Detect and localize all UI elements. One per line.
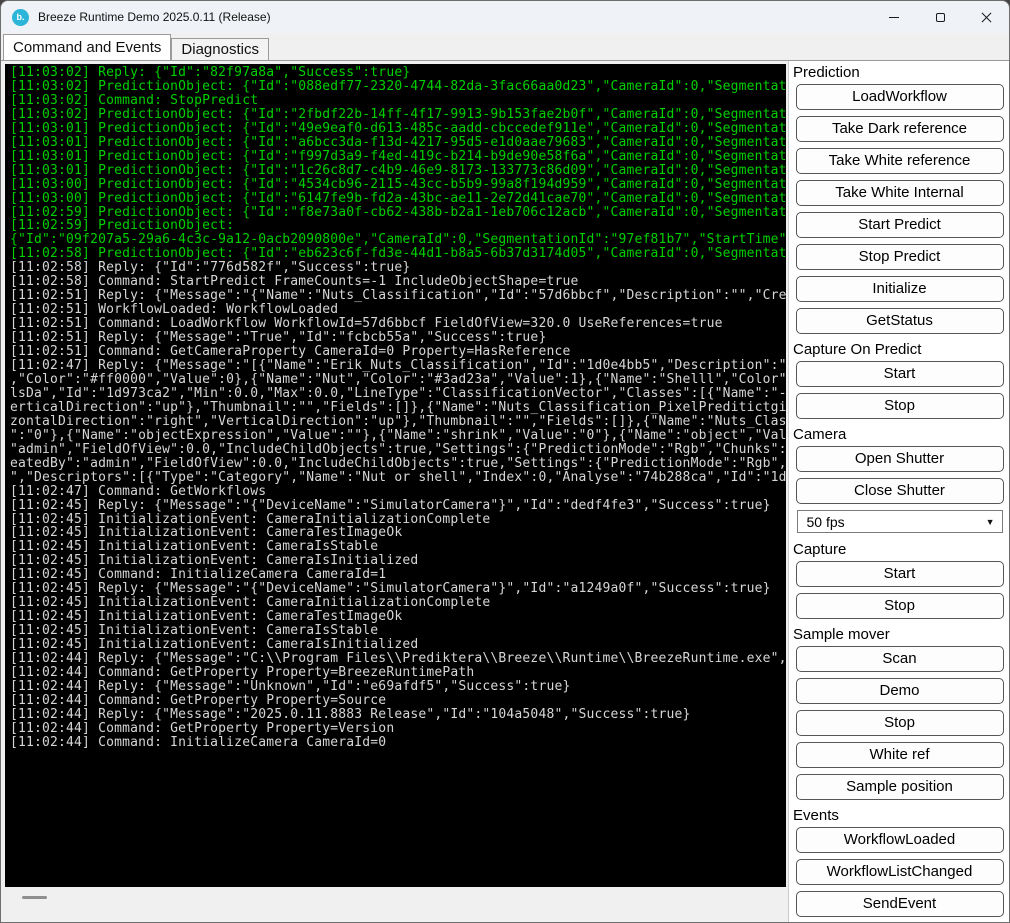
console-line: [11:02:58] Command: StartPredict FrameCo… — [10, 274, 579, 290]
scrollbar-thumb[interactable] — [22, 896, 47, 899]
app-icon: b. — [12, 8, 29, 26]
fps-select-value: 50 fps — [806, 513, 845, 530]
console-line: [11:02:45] InitializationEvent: CameraTe… — [10, 525, 403, 541]
app-window: b. Breeze Runtime Demo 2025.0.11 (Releas… — [0, 0, 1010, 923]
tab-page: [11:03:02] Reply: {"Id":"82f97a8a","Succ… — [1, 60, 1009, 922]
console-line: [11:03:02] PredictionObject: {"Id":"2fbd… — [10, 106, 786, 122]
console-line: [11:02:44] Reply: {"Message":"C:\\Progra… — [10, 651, 786, 667]
events-workflowloaded-button[interactable]: WorkflowLoaded — [795, 827, 1004, 853]
console-line: eatedBy":"admin","FieldOfView":0.0,"Incl… — [10, 455, 786, 471]
console-line: [11:02:51] Reply: {"Message":"{"Name":"N… — [10, 288, 786, 304]
capture-on-predict-start-button[interactable]: Start — [795, 361, 1004, 387]
console-line: [11:02:45] InitializationEvent: CameraTe… — [10, 609, 403, 625]
console-line: erticalDirection":"up"},"Thumbnail":"","… — [10, 399, 786, 415]
console-line: [11:02:45] InitializationEvent: CameraIs… — [10, 623, 379, 639]
console-hscrollbar[interactable] — [5, 888, 786, 906]
console-line: [11:03:02] Reply: {"Id":"82f97a8a","Succ… — [10, 65, 411, 80]
sample-mover-stop-button[interactable]: Stop — [795, 710, 1004, 736]
capture-on-predict-stop-button[interactable]: Stop — [795, 393, 1004, 419]
tab-diagnostics[interactable]: Diagnostics — [171, 38, 269, 60]
prediction-start-predict-button[interactable]: Start Predict — [795, 212, 1004, 238]
prediction-stop-predict-button[interactable]: Stop Predict — [795, 244, 1004, 270]
window-controls — [871, 1, 1009, 33]
console-line: [11:03:02] PredictionObject: {"Id":"088e… — [10, 78, 786, 94]
console-line: [11:02:45] InitializationEvent: CameraIn… — [10, 511, 491, 527]
prediction-getstatus-button[interactable]: GetStatus — [795, 308, 1004, 334]
events-workflowlistchanged-button[interactable]: WorkflowListChanged — [795, 859, 1004, 885]
console-log[interactable]: [11:03:02] Reply: {"Id":"82f97a8a","Succ… — [5, 64, 786, 887]
section-label-prediction: Prediction — [793, 64, 860, 81]
console-line: [11:02:44] Command: GetProperty Property… — [10, 664, 475, 680]
console-line: [11:02:44] Command: GetProperty Property… — [10, 720, 395, 736]
console-line: [11:02:45] Reply: {"Message":"{"DeviceNa… — [10, 581, 771, 597]
console-line: [11:02:45] InitializationEvent: CameraIn… — [10, 595, 491, 611]
console-line: [11:02:47] Command: GetWorkflows — [10, 483, 267, 499]
prediction-take-white-reference-button[interactable]: Take White reference — [795, 148, 1004, 174]
console-line: [11:03:02] Command: StopPredict — [10, 92, 259, 108]
events-sendevent-button[interactable]: SendEvent — [795, 891, 1004, 917]
console-line: [11:02:59] PredictionObject: {"Id":"f8e7… — [10, 204, 786, 220]
console-line: [11:02:45] Command: InitializeCamera Cam… — [10, 567, 387, 583]
console-line: ,"Color":"#ff0000","Value":0},{"Name":"N… — [10, 371, 786, 387]
camera-close-shutter-button[interactable]: Close Shutter — [795, 478, 1004, 504]
console-line: [11:02:44] Reply: {"Message":"2025.0.11.… — [10, 706, 691, 722]
prediction-loadworkflow-button[interactable]: LoadWorkflow — [795, 84, 1004, 110]
window-title: Breeze Runtime Demo 2025.0.11 (Release) — [38, 10, 271, 24]
console-line: [11:03:01] PredictionObject: {"Id":"f997… — [10, 148, 786, 164]
console-line: [11:03:01] PredictionObject: {"Id":"49e9… — [10, 120, 786, 136]
console-line: [11:03:00] PredictionObject: {"Id":"4534… — [10, 176, 786, 192]
console-line: zontalDirection":"right","VerticalDirect… — [10, 413, 786, 429]
console-line: [11:03:01] PredictionObject: {"Id":"a6bc… — [10, 134, 786, 150]
console-line: [11:02:58] Reply: {"Id":"776d582f","Succ… — [10, 260, 411, 276]
console-line: lsDa","Id":"1d973ca2","Min":0.0,"Max":0.… — [10, 385, 786, 401]
close-icon — [980, 11, 993, 24]
console-line: {"Id":"09f207a5-29a6-4c3c-9a12-0acb20908… — [10, 232, 786, 248]
prediction-initialize-button[interactable]: Initialize — [795, 276, 1004, 302]
section-label-capture-on-predict: Capture On Predict — [793, 341, 922, 358]
section-label-sample-mover: Sample mover — [793, 626, 890, 643]
console-line: [11:02:58] PredictionObject: {"Id":"eb62… — [10, 246, 786, 262]
minimize-button[interactable] — [871, 1, 917, 33]
console-line: [11:03:00] PredictionObject: {"Id":"6147… — [10, 190, 786, 206]
section-label-events: Events — [793, 807, 839, 824]
control-panel: Prediction LoadWorkflow Take Dark referenc… — [788, 61, 1009, 922]
console-line: [11:02:51] WorkflowLoaded: WorkflowLoade… — [10, 302, 339, 318]
chevron-down-icon: ▼ — [985, 516, 995, 527]
console-line: [11:02:59] PredictionObject: — [10, 218, 235, 234]
console-line: [11:02:45] Reply: {"Message":"{"DeviceNa… — [10, 497, 771, 513]
console-line: [11:02:45] InitializationEvent: CameraIs… — [10, 637, 419, 653]
console-line: [11:02:51] Command: GetCameraProperty Ca… — [10, 344, 571, 360]
tab-strip: Command and Events Diagnostics — [1, 33, 1009, 60]
console-line: ":"0"},{"Name":"objectExpression","Value… — [10, 427, 786, 443]
maximize-icon — [935, 12, 945, 22]
minimize-icon — [889, 16, 899, 18]
console-line: [11:02:44] Command: GetProperty Property… — [10, 692, 387, 708]
console-line: [11:02:45] InitializationEvent: CameraIs… — [10, 539, 379, 555]
sample-mover-demo-button[interactable]: Demo — [795, 678, 1004, 704]
tab-command-and-events[interactable]: Command and Events — [3, 34, 172, 60]
console-line: [11:03:01] PredictionObject: {"Id":"1c26… — [10, 162, 786, 178]
console-line: [11:02:44] Command: InitializeCamera Cam… — [10, 734, 387, 750]
sample-mover-scan-button[interactable]: Scan — [795, 646, 1004, 672]
fps-select[interactable]: 50 fps ▼ — [796, 510, 1003, 533]
camera-open-shutter-button[interactable]: Open Shutter — [795, 446, 1004, 472]
sample-mover-white-ref-button[interactable]: White ref — [795, 742, 1004, 768]
close-button[interactable] — [963, 1, 1009, 33]
console-line: [11:02:47] Reply: {"Message":"[{"Name":"… — [10, 358, 786, 374]
section-label-capture: Capture — [793, 541, 847, 558]
console-line: ","Descriptors":[{"Type":"Category","Nam… — [10, 469, 786, 485]
console-line: [11:02:51] Reply: {"Message":"True","Id"… — [10, 330, 547, 346]
console-line: [11:02:44] Reply: {"Message":"Unknown","… — [10, 678, 571, 694]
section-label-camera: Camera — [793, 426, 847, 443]
sample-mover-sample-position-button[interactable]: Sample position — [795, 774, 1004, 800]
capture-stop-button[interactable]: Stop — [795, 593, 1004, 619]
title-bar: b. Breeze Runtime Demo 2025.0.11 (Releas… — [1, 1, 1009, 33]
console-line: [11:02:51] Command: LoadWorkflow Workflo… — [10, 316, 723, 332]
prediction-take-dark-reference-button[interactable]: Take Dark reference — [795, 116, 1004, 142]
maximize-button[interactable] — [917, 1, 963, 33]
capture-start-button[interactable]: Start — [795, 561, 1004, 587]
prediction-take-white-internal-button[interactable]: Take White Internal — [795, 180, 1004, 206]
console-line: [11:02:45] InitializationEvent: CameraIs… — [10, 553, 419, 569]
console-line: "admin","FieldOfView":0.0,"IncludeChildO… — [10, 441, 786, 457]
